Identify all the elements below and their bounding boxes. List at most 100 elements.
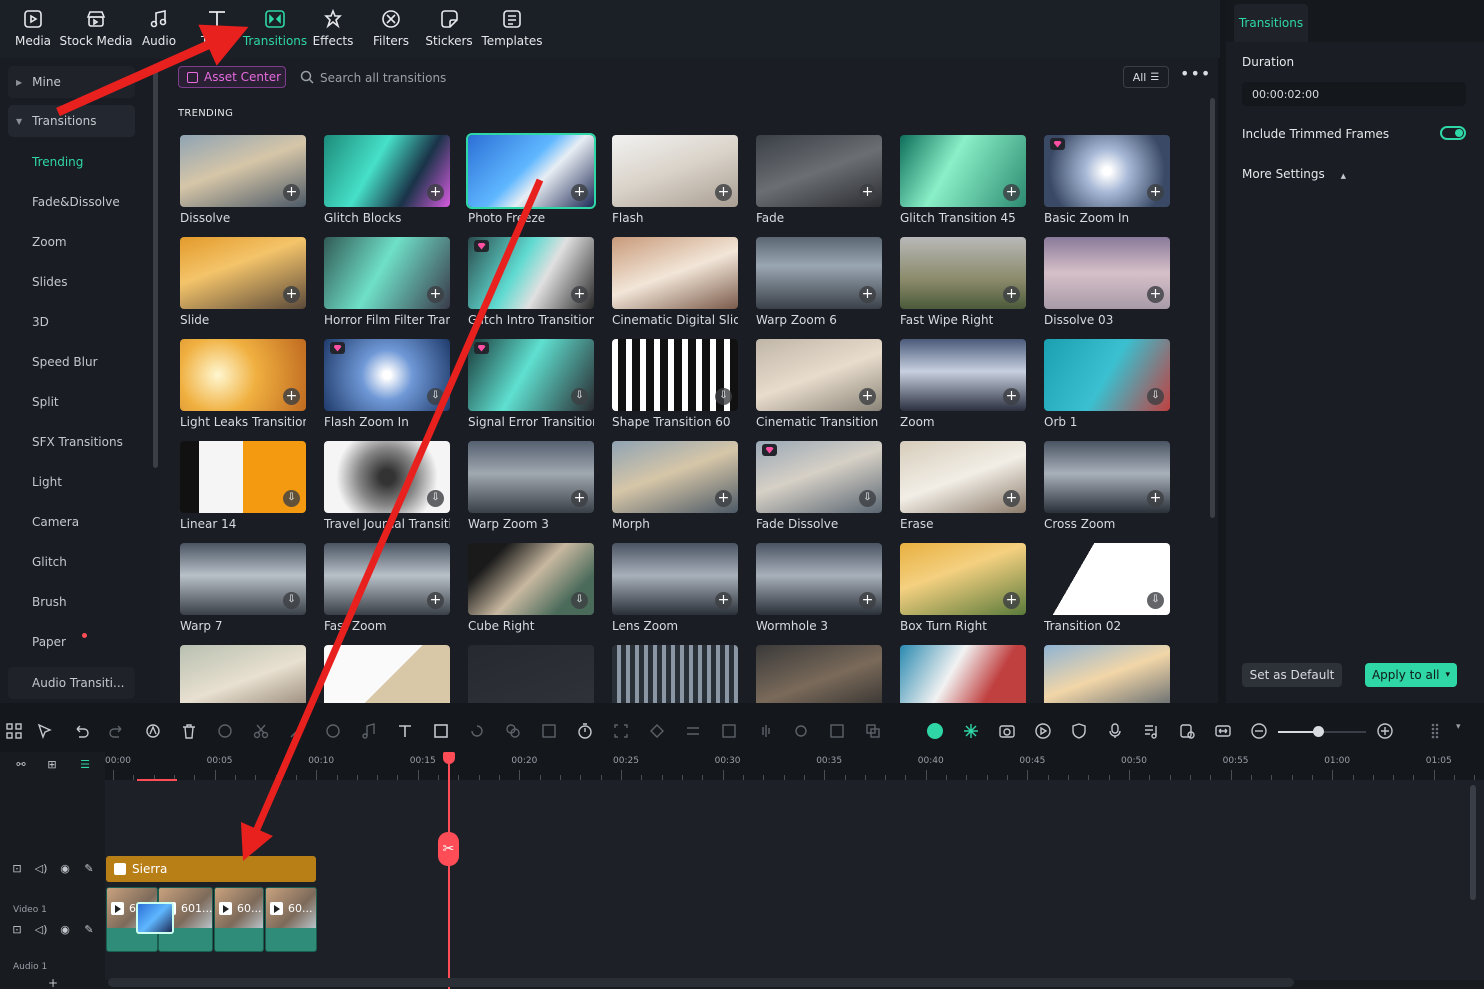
delete-icon[interactable] xyxy=(180,722,198,740)
timeline-horizontal-scrollbar[interactable] xyxy=(108,978,1294,987)
timeline-vertical-scrollbar[interactable] xyxy=(1470,785,1476,900)
transition-tile[interactable]: + Dissolve xyxy=(180,135,306,235)
add-transition-icon[interactable]: + xyxy=(1147,286,1164,303)
transition-tile[interactable]: + Slide xyxy=(180,237,306,337)
magic-icon[interactable]: ✎ xyxy=(82,862,96,876)
add-transition-icon[interactable]: + xyxy=(571,286,588,303)
select-cursor-icon[interactable] xyxy=(36,722,54,740)
transition-tile[interactable]: + Morph xyxy=(612,441,738,541)
time-ruler[interactable]: 00:00 00:05 00:10 00:15 00:20 00:25 00:30 00:35… xyxy=(105,752,1484,780)
add-transition-icon[interactable]: + xyxy=(859,592,876,609)
crop-frame-icon[interactable] xyxy=(432,722,450,740)
transition-tile[interactable]: + Horror Film Filter Tran... xyxy=(324,237,450,337)
transition-tile[interactable] xyxy=(612,645,738,703)
transition-tile[interactable]: ⇩ Travel Journal Transiti... xyxy=(324,441,450,541)
transition-tile[interactable]: + Lens Zoom xyxy=(612,543,738,643)
redo-icon[interactable] xyxy=(108,722,126,740)
transition-tile[interactable]: ⇩ Signal Error Transition ... xyxy=(468,339,594,439)
transition-tile[interactable]: + Light Leaks Transition ... xyxy=(180,339,306,439)
keyframe-icon[interactable] xyxy=(648,722,666,740)
video-magic-icon[interactable]: ✎ xyxy=(82,923,96,937)
toolbar-transitions[interactable]: Transitions xyxy=(243,0,307,58)
shield-icon[interactable] xyxy=(1070,722,1088,740)
toolbar-titles[interactable]: Titles xyxy=(188,0,246,58)
video-lock-icon[interactable]: ⊡ xyxy=(10,923,24,937)
toolbar-stock-media[interactable]: Stock Media xyxy=(59,0,133,58)
transition-tile[interactable]: + Warp Zoom 6 xyxy=(756,237,882,337)
add-transition-icon[interactable]: + xyxy=(859,388,876,405)
add-transition-icon[interactable]: + xyxy=(571,490,588,507)
ai-sparkle-icon[interactable] xyxy=(962,722,980,740)
microphone-icon[interactable] xyxy=(1106,722,1124,740)
add-transition-icon[interactable]: + xyxy=(571,184,588,201)
music-list-icon[interactable] xyxy=(1142,722,1160,740)
transition-tile[interactable]: + Wormhole 3 xyxy=(756,543,882,643)
transition-tile[interactable]: + Box Turn Right xyxy=(900,543,1026,643)
sidebar-item-paper[interactable]: Paper xyxy=(32,635,66,649)
sidebar-item-slides[interactable]: Slides xyxy=(32,275,68,289)
zoom-slider-handle[interactable] xyxy=(1312,726,1324,737)
transition-tile[interactable]: ⇩ Transition 02 xyxy=(1044,543,1170,643)
track-manager-icon[interactable]: ☰ xyxy=(78,758,92,772)
toolbar-filters[interactable]: Filters xyxy=(362,0,420,58)
download-icon[interactable]: ⇩ xyxy=(427,490,444,507)
transition-tile[interactable]: + Cross Zoom xyxy=(1044,441,1170,541)
duration-field[interactable]: 00:00:02:00 xyxy=(1242,82,1466,106)
download-icon[interactable]: ⇩ xyxy=(571,388,588,405)
set-as-default-button[interactable]: Set as Default xyxy=(1242,663,1342,687)
split-scissors-icon[interactable]: ✂ xyxy=(438,832,459,866)
replace-icon[interactable] xyxy=(1178,722,1196,740)
sidebar-item-trending[interactable]: Trending xyxy=(32,155,83,169)
add-transition-icon[interactable]: + xyxy=(427,592,444,609)
transition-tile[interactable]: ⇩ Fade Dissolve xyxy=(756,441,882,541)
sidebar-item-3d[interactable]: 3D xyxy=(32,315,49,329)
download-icon[interactable]: ⇩ xyxy=(283,490,300,507)
add-audio-icon[interactable]: + xyxy=(46,976,60,989)
transition-tile[interactable]: ⇩ Orb 1 xyxy=(1044,339,1170,439)
sidebar-item-fade-dissolve[interactable]: Fade&Dissolve xyxy=(32,195,120,209)
add-transition-icon[interactable]: + xyxy=(1003,592,1020,609)
transition-tile[interactable]: + Fade xyxy=(756,135,882,235)
browser-scrollbar[interactable] xyxy=(1210,98,1215,518)
more-settings-toggle[interactable]: More Settings ▲ xyxy=(1242,167,1346,181)
auto-caption-icon[interactable] xyxy=(720,722,738,740)
transition-tile[interactable]: + Glitch Blocks xyxy=(324,135,450,235)
snapshot-icon[interactable] xyxy=(998,722,1016,740)
add-transition-icon[interactable]: + xyxy=(1147,184,1164,201)
render-icon[interactable] xyxy=(926,722,944,740)
download-icon[interactable]: ⇩ xyxy=(1147,388,1164,405)
eye-icon[interactable]: ◉ xyxy=(58,862,72,876)
transition-tile[interactable]: + Dissolve 03 xyxy=(1044,237,1170,337)
adjust-icon[interactable] xyxy=(684,722,702,740)
stabilize-icon[interactable] xyxy=(792,722,810,740)
sidebar-item-glitch[interactable]: Glitch xyxy=(32,555,67,569)
toolbar-audio[interactable]: Audio xyxy=(130,0,188,58)
undo-icon[interactable] xyxy=(72,722,90,740)
play-circle-icon[interactable] xyxy=(1034,722,1052,740)
toolbar-media[interactable]: Media xyxy=(4,0,62,58)
video-clip[interactable]: 60... xyxy=(265,887,317,952)
speed-icon[interactable] xyxy=(324,722,342,740)
video-eye-icon[interactable]: ◉ xyxy=(58,923,72,937)
add-track-icon[interactable]: ⊞ xyxy=(45,758,59,772)
sidebar-item-camera[interactable]: Camera xyxy=(32,515,79,529)
text-icon[interactable] xyxy=(396,722,414,740)
add-transition-icon[interactable]: + xyxy=(283,184,300,201)
download-icon[interactable]: ⇩ xyxy=(427,388,444,405)
title-clip[interactable]: Sierra xyxy=(106,856,316,882)
transition-tile[interactable]: + Glitch Transition 45 xyxy=(900,135,1026,235)
transition-tile[interactable] xyxy=(756,645,882,703)
sidebar-item-zoom[interactable]: Zoom xyxy=(32,235,67,249)
ai-tools-icon[interactable] xyxy=(144,722,162,740)
crop-icon[interactable] xyxy=(216,722,234,740)
sidebar-item-split[interactable]: Split xyxy=(32,395,59,409)
transition-tile[interactable]: Cinematic Digital Slid... xyxy=(612,237,738,337)
timer-icon[interactable] xyxy=(576,722,594,740)
focus-icon[interactable] xyxy=(612,722,630,740)
split-audio-icon[interactable] xyxy=(288,722,306,740)
transition-tile[interactable]: ⇩ Linear 14 xyxy=(180,441,306,541)
volume-icon[interactable]: ◁) xyxy=(34,862,48,876)
tab-transitions[interactable]: Transitions xyxy=(1234,4,1308,42)
grid-dots-icon[interactable] xyxy=(1428,722,1446,740)
include-trimmed-toggle[interactable] xyxy=(1440,126,1466,140)
